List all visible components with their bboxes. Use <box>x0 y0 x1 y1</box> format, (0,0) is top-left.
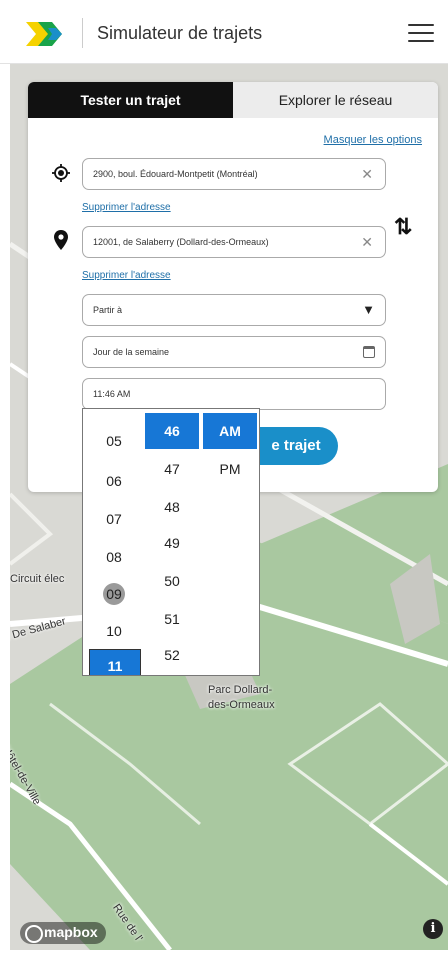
period-column[interactable]: AM PM <box>201 409 259 675</box>
map-label-park-line2: des-Ormeaux <box>208 699 275 711</box>
origin-input[interactable]: 2900, boul. Édouard-Montpetit (Montréal)… <box>82 158 386 190</box>
crosshair-icon[interactable] <box>52 164 70 182</box>
hour-option[interactable]: 06 <box>85 473 143 489</box>
app-title: Simulateur de trajets <box>97 23 263 43</box>
minute-option[interactable]: 49 <box>143 535 201 551</box>
day-select[interactable]: Jour de la semaine <box>82 336 386 368</box>
destination-input[interactable]: 12001, de Salaberry (Dollard-des-Ormeaux… <box>82 226 386 258</box>
chevron-down-icon: ▼ <box>362 302 375 317</box>
time-input[interactable]: 11:46 AM <box>82 378 386 410</box>
clear-destination-icon[interactable]: ✕ <box>361 227 373 257</box>
time-picker[interactable]: 05 06 07 08 09 10 11 46 47 48 49 50 51 5… <box>82 408 260 676</box>
hour-option[interactable]: 07 <box>85 511 143 527</box>
minute-option[interactable]: 50 <box>143 573 201 589</box>
minute-option[interactable]: 47 <box>143 461 201 477</box>
app-header: Simulateur de trajets <box>0 0 448 64</box>
tab-tester-trajet[interactable]: Tester un trajet <box>28 82 233 118</box>
swap-vertical-icon[interactable]: ⇅ <box>394 214 420 240</box>
hour-option-selected[interactable]: 11 <box>89 649 141 675</box>
clear-origin-icon[interactable]: ✕ <box>361 159 373 189</box>
calendar-icon <box>363 346 375 358</box>
map-label-circuit: Circuit élec <box>10 573 65 585</box>
tab-explorer-reseau[interactable]: Explorer le réseau <box>233 82 438 118</box>
period-option-selected[interactable]: AM <box>203 413 257 449</box>
remove-destination-link[interactable]: Supprimer l'adresse <box>82 270 171 281</box>
logo-icon <box>26 22 62 46</box>
hide-options-link[interactable]: Masquer les options <box>324 134 422 146</box>
hour-option[interactable]: 10 <box>85 623 143 639</box>
minute-option[interactable]: 48 <box>143 499 201 515</box>
mapbox-logo[interactable]: mapbox <box>20 922 106 944</box>
period-option[interactable]: PM <box>201 461 259 477</box>
remove-origin-link[interactable]: Supprimer l'adresse <box>82 202 171 213</box>
day-select-value: Jour de la semaine <box>93 347 170 357</box>
time-value: 11:46 AM <box>93 389 131 399</box>
depart-select[interactable]: Partir à ▼ <box>82 294 386 326</box>
minute-column[interactable]: 46 47 48 49 50 51 52 <box>143 409 201 675</box>
hour-option-hover[interactable]: 09 <box>85 583 143 605</box>
minute-option[interactable]: 51 <box>143 611 201 627</box>
depart-select-value: Partir à <box>93 305 123 315</box>
destination-value: 12001, de Salaberry (Dollard-des-Ormeaux… <box>93 237 269 247</box>
map-pin-icon <box>54 230 68 250</box>
hamburger-icon[interactable] <box>408 24 434 44</box>
origin-value: 2900, boul. Édouard-Montpetit (Montréal) <box>93 169 258 179</box>
map-label-park-line1: Parc Dollard- <box>208 684 273 696</box>
minute-option-selected[interactable]: 46 <box>145 413 199 449</box>
info-icon[interactable]: i <box>423 919 443 939</box>
hour-option[interactable]: 08 <box>85 549 143 565</box>
hour-column[interactable]: 05 06 07 08 09 10 11 <box>85 409 143 675</box>
hour-option[interactable]: 05 <box>85 433 143 449</box>
minute-option[interactable]: 52 <box>143 647 201 663</box>
header-divider <box>82 18 83 48</box>
